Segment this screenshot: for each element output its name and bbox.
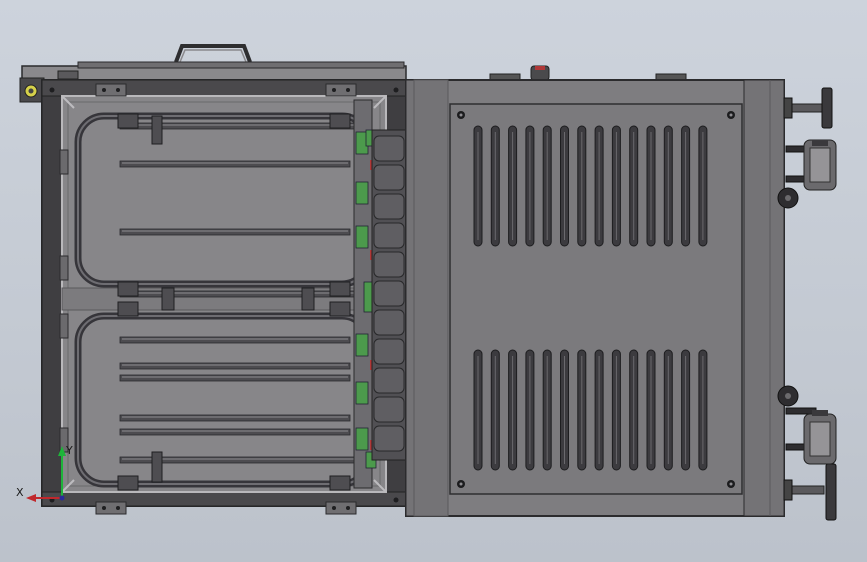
heating-rod (119, 374, 351, 382)
caster-assembly (777, 87, 837, 521)
heating-rod (119, 336, 351, 344)
fin (373, 164, 405, 191)
fin (373, 367, 405, 394)
triad-y-label: Y (65, 444, 73, 457)
fin (373, 251, 405, 278)
heating-rod (119, 414, 351, 422)
heating-rod (119, 362, 351, 370)
right-enclosure (405, 65, 785, 517)
fin (373, 193, 405, 220)
heating-rod (119, 290, 363, 298)
fin (373, 396, 405, 423)
heating-rod (119, 160, 351, 168)
fin-stack (373, 135, 405, 452)
fin (373, 425, 405, 452)
heating-rod (119, 228, 351, 236)
carry-handle (174, 44, 252, 63)
fin (373, 222, 405, 249)
triad-x-label: X (16, 486, 24, 499)
fin (373, 338, 405, 365)
cad-viewport[interactable]: Y X (0, 0, 867, 562)
fin (373, 309, 405, 336)
left-enclosure (19, 44, 407, 515)
fin (373, 135, 405, 162)
heating-rod (119, 428, 351, 436)
fin (373, 280, 405, 307)
